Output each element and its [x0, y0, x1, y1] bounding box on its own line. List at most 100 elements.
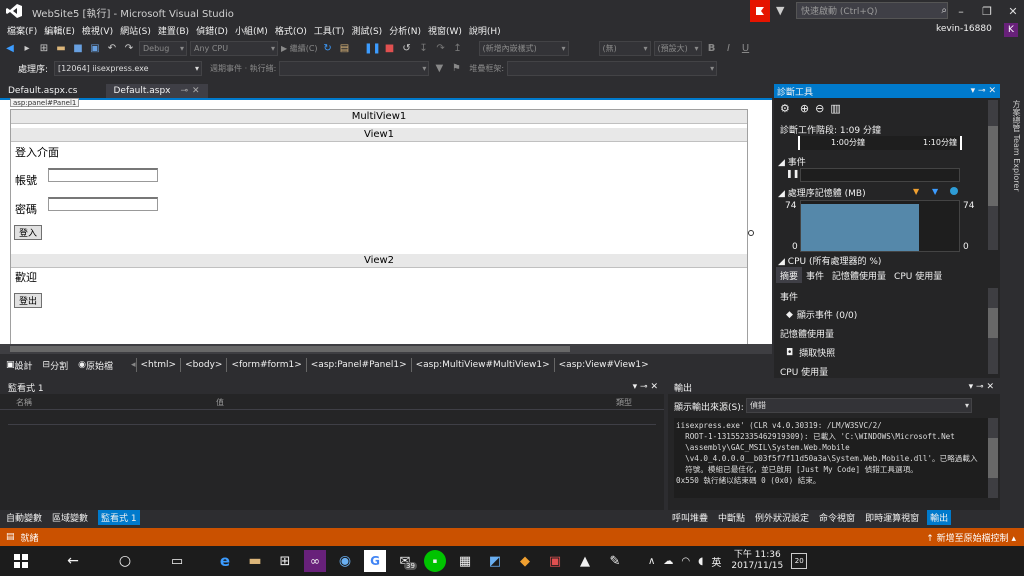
gear-icon[interactable]: ⚙: [780, 102, 790, 115]
font-size-select[interactable]: (預設大) ▾: [653, 40, 702, 56]
bold-icon[interactable]: B: [705, 41, 719, 55]
notepad-icon[interactable]: ◩: [484, 550, 506, 572]
tab-output[interactable]: 輸出: [927, 509, 952, 525]
chart-icon[interactable]: ▥: [830, 102, 840, 115]
menu-help[interactable]: 說明(H): [469, 24, 501, 37]
scrollbar-thumb[interactable]: [10, 346, 570, 352]
menu-debug[interactable]: 偵錯(D): [196, 24, 228, 37]
line-icon[interactable]: ▪: [424, 550, 446, 572]
diag-bottom-scrollbar[interactable]: [988, 288, 998, 374]
watch-empty-row[interactable]: [8, 411, 656, 425]
redo-icon[interactable]: ↷: [122, 41, 136, 55]
menu-edit[interactable]: 編輯(E): [44, 24, 75, 37]
save-all-icon[interactable]: ▣: [88, 41, 102, 55]
chrome-icon[interactable]: G: [364, 550, 386, 572]
view-split-button[interactable]: ⊟ 分割: [43, 359, 69, 372]
feedback-flag-icon[interactable]: [750, 0, 770, 22]
back-arrow-icon[interactable]: ←: [62, 550, 84, 572]
menu-team[interactable]: 小組(M): [235, 24, 268, 37]
menu-tools[interactable]: 工具(T): [314, 24, 345, 37]
back-icon[interactable]: ◀: [3, 41, 17, 55]
view2-header[interactable]: View2: [11, 254, 747, 268]
photos-icon[interactable]: ▲: [574, 550, 596, 572]
events-track[interactable]: [800, 168, 960, 182]
quick-launch-input[interactable]: 快速啟動 (Ctrl+Q) ⌕: [796, 2, 948, 19]
filter-icon[interactable]: ▼: [432, 61, 446, 75]
tab-default-aspx[interactable]: Default.aspx ⊸ ✕: [105, 84, 208, 98]
step-over-icon[interactable]: ↷: [434, 41, 448, 55]
account-input[interactable]: [48, 168, 158, 182]
tab-call-stack[interactable]: 呼叫堆疊: [672, 511, 708, 524]
tab-summary[interactable]: 摘要: [776, 267, 803, 283]
output-scrollbar[interactable]: [988, 418, 998, 498]
panel-options-icon[interactable]: ▾ ⊸ ✕: [633, 382, 658, 392]
tag-view[interactable]: <asp:View#View1>: [553, 358, 653, 372]
restore-button[interactable]: ❐: [974, 0, 1000, 22]
news-icon[interactable]: ▣: [544, 550, 566, 572]
pause-icon[interactable]: ❚❚: [786, 169, 799, 178]
file-explorer-icon[interactable]: ▬: [244, 550, 266, 572]
save-icon[interactable]: ■: [71, 41, 85, 55]
visual-studio-icon[interactable]: ∞: [304, 550, 326, 572]
horizontal-scrollbar[interactable]: [0, 344, 772, 354]
close-button[interactable]: ✕: [1000, 0, 1024, 22]
tab-immediate-window[interactable]: 即時運算視窗: [865, 511, 919, 524]
open-folder-icon[interactable]: ▬: [54, 41, 68, 55]
search-icon[interactable]: ○: [114, 550, 136, 572]
target-rule-select[interactable]: (無) ▾: [598, 40, 651, 56]
logout-button[interactable]: 登出: [14, 293, 43, 308]
menu-window[interactable]: 視窗(W): [428, 24, 462, 37]
cloud-icon[interactable]: ☁: [663, 556, 673, 567]
fox-icon[interactable]: ◆: [514, 550, 536, 572]
menu-website[interactable]: 網站(S): [120, 24, 151, 37]
tag-form[interactable]: <form#form1>: [226, 358, 305, 372]
stack-frame-select[interactable]: ▾: [507, 60, 718, 76]
menu-analyze[interactable]: 分析(N): [389, 24, 421, 37]
mail-icon[interactable]: ✉ 39: [394, 550, 417, 572]
tag-html[interactable]: <html>: [135, 358, 181, 372]
memory-graph[interactable]: [800, 200, 960, 252]
panel-options-icon[interactable]: ▾ ⊸ ✕: [969, 382, 994, 392]
start-icon[interactable]: [10, 550, 32, 572]
clock[interactable]: 下午 11:36 2017/11/15: [731, 550, 783, 572]
new-project-icon[interactable]: ⊞: [37, 41, 51, 55]
undo-icon[interactable]: ↶: [105, 41, 119, 55]
ime-indicator[interactable]: 英: [711, 554, 721, 569]
refresh-icon[interactable]: ↻: [321, 41, 335, 55]
view-source-button[interactable]: ◉ 原始檔: [78, 359, 113, 372]
step-out-icon[interactable]: ↥: [451, 41, 465, 55]
tray-chevron-icon[interactable]: ∧: [648, 556, 655, 567]
notification-icon[interactable]: 20: [791, 553, 808, 569]
tab-events[interactable]: 事件: [802, 269, 828, 282]
tab-memory-usage[interactable]: 記憶體使用量: [828, 269, 890, 282]
task-view-icon[interactable]: ▭: [166, 550, 188, 572]
store-icon[interactable]: ⊞: [274, 550, 296, 572]
show-events-link[interactable]: ◆ 顯示事件 (0/0): [786, 308, 857, 322]
tab-watch1[interactable]: 監看式 1: [98, 509, 140, 525]
zoom-out-icon[interactable]: ⊖: [815, 102, 824, 115]
panel-options-icon[interactable]: ▾ ⊸ ✕: [971, 86, 996, 96]
avatar[interactable]: K: [1004, 23, 1018, 37]
password-input[interactable]: [48, 197, 158, 211]
tag-multiview[interactable]: <asp:MultiView#MultiView1>: [410, 358, 554, 372]
menu-view[interactable]: 檢視(V): [82, 24, 113, 37]
output-source-select[interactable]: 偵錯 ▾: [746, 398, 972, 413]
menu-format[interactable]: 格式(O): [275, 24, 307, 37]
configuration-select[interactable]: Debug ▾: [139, 40, 187, 56]
col-name[interactable]: 名稱: [16, 397, 216, 408]
flag-icon[interactable]: ⚑: [449, 61, 463, 75]
calculator-icon[interactable]: ▦: [454, 550, 476, 572]
close-icon[interactable]: ✕: [192, 86, 200, 96]
zoom-in-icon[interactable]: ⊕: [800, 102, 809, 115]
platform-select[interactable]: Any CPU ▾: [190, 40, 278, 56]
login-button[interactable]: 登入: [14, 225, 43, 240]
tab-default-aspx-cs[interactable]: Default.aspx.cs: [0, 84, 86, 98]
output-text[interactable]: iisexpress.exe' (CLR v4.0.30319: /LM/W3S…: [674, 418, 988, 498]
continue-icon[interactable]: ▶ 繼續(C): [281, 41, 318, 55]
underline-icon[interactable]: U: [739, 41, 753, 55]
menu-file[interactable]: 檔案(F): [7, 24, 37, 37]
tab-exception-settings[interactable]: 例外狀況設定: [755, 511, 809, 524]
user-name[interactable]: kevin-16880: [936, 24, 992, 34]
pause-icon[interactable]: ❚❚: [364, 41, 381, 55]
debug-target-icon[interactable]: ▤: [338, 41, 352, 55]
